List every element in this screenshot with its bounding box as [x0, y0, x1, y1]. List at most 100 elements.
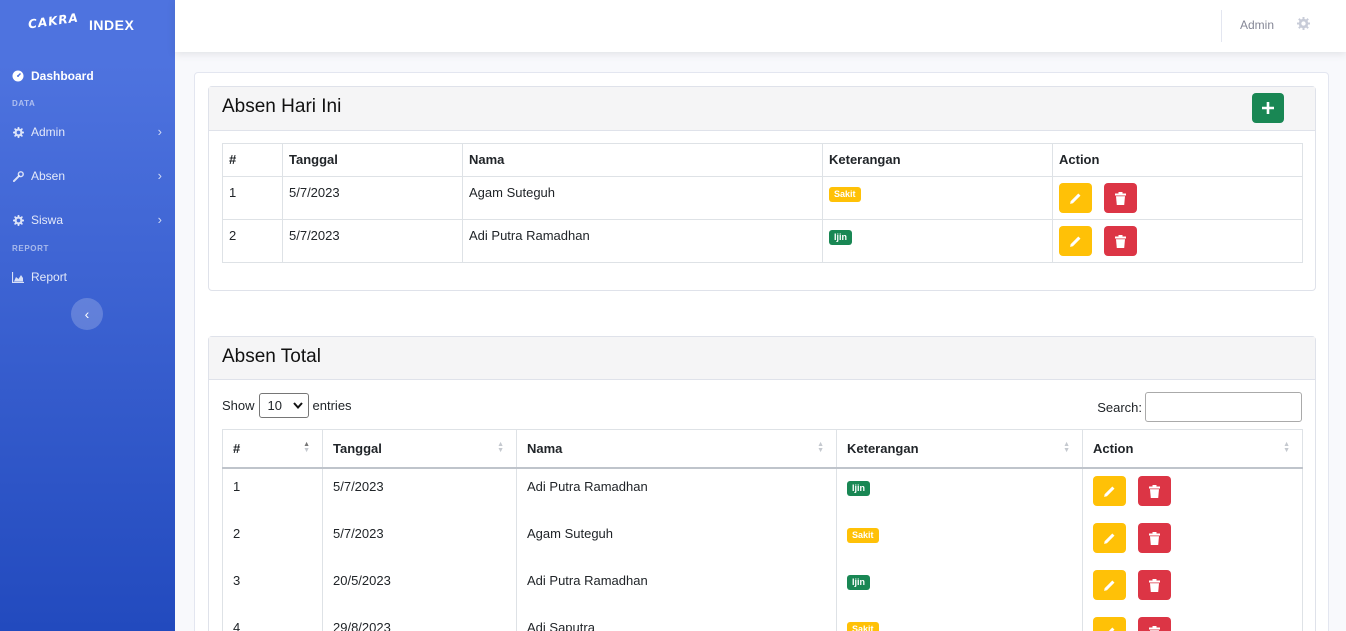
cell-nama: Adi Putra Ramadhan	[516, 468, 837, 516]
column-header-label: Tanggal	[333, 441, 382, 456]
gear-icon	[12, 214, 24, 226]
chevron-left-icon: ‹	[84, 306, 90, 322]
entries-label: entries	[312, 398, 352, 413]
search-control: Search:	[1097, 392, 1302, 422]
column-header-tanggal[interactable]: Tanggal ▲ ▼	[322, 429, 517, 469]
topbar: Admin	[175, 0, 1346, 52]
chevron-right-icon: ›	[157, 168, 162, 183]
delete-button[interactable]	[1137, 570, 1171, 600]
cell-no: 1	[222, 468, 323, 516]
sidebar-item-admin[interactable]: Admin ›	[12, 124, 162, 139]
edit-button[interactable]	[1093, 570, 1126, 600]
column-header: Nama	[462, 143, 823, 177]
delete-button[interactable]	[1137, 476, 1171, 506]
tachometer-icon	[12, 70, 24, 82]
table-header-row: # Tanggal Nama Keterangan Action	[222, 143, 1303, 177]
trash-icon	[1114, 234, 1126, 248]
sidebar-heading-data: DATA	[12, 99, 36, 108]
sidebar-heading-report: REPORT	[12, 244, 49, 253]
search-label: Search:	[1097, 399, 1142, 415]
sidebar-toggle-button[interactable]: ‹	[71, 298, 103, 330]
column-header-no[interactable]: # ▲ ▼	[222, 429, 323, 469]
sidebar-item-label: Admin	[31, 125, 66, 139]
column-header-label: Keterangan	[847, 441, 919, 456]
column-header-label: Nama	[527, 441, 563, 456]
cell-action	[1052, 219, 1303, 263]
cell-keterangan: Ijin	[836, 468, 1083, 516]
delete-button[interactable]	[1137, 523, 1171, 553]
brand[interactable]: CAKRA INDEX	[0, 0, 175, 52]
table-row: 2 5/7/2023 Adi Putra Ramadhan Ijin	[222, 219, 1303, 263]
gear-icon[interactable]	[1297, 17, 1310, 33]
cell-nama: Adi Putra Ramadhan	[462, 219, 823, 263]
sidebar-item-report[interactable]: Report	[12, 270, 162, 284]
sort-icon: ▲ ▼	[1283, 441, 1290, 454]
chevron-right-icon: ›	[157, 212, 162, 227]
cell-keterangan: Sakit	[836, 610, 1083, 631]
delete-button[interactable]	[1103, 183, 1137, 213]
entries-length-control: Show 10 entries	[222, 393, 352, 418]
cell-no: 1	[222, 176, 283, 220]
sidebar-item-siswa[interactable]: Siswa ›	[12, 212, 162, 227]
edit-button[interactable]	[1093, 476, 1126, 506]
status-badge: Sakit	[847, 622, 879, 631]
cell-action	[1052, 176, 1303, 220]
cell-keterangan: Ijin	[836, 563, 1083, 610]
delete-button[interactable]	[1137, 617, 1171, 631]
wrench-icon	[12, 170, 24, 182]
column-header: Action	[1052, 143, 1303, 177]
total-card: Absen Total Show 10 entries Search: # ▲ ▼ …	[208, 336, 1316, 631]
column-header-action[interactable]: Action ▲ ▼	[1082, 429, 1303, 469]
cell-action	[1083, 563, 1303, 610]
column-header-keterangan[interactable]: Keterangan ▲ ▼	[836, 429, 1083, 469]
topbar-divider	[1221, 10, 1222, 42]
column-header-label: #	[233, 441, 241, 456]
edit-button[interactable]	[1059, 226, 1092, 256]
user-name[interactable]: Admin	[1240, 18, 1274, 32]
cell-nama: Agam Suteguh	[462, 176, 823, 220]
cell-nama: Adi Saputra	[516, 610, 837, 631]
edit-button[interactable]	[1093, 617, 1126, 631]
column-header: #	[222, 143, 283, 177]
sidebar-item-label: Absen	[31, 169, 66, 183]
edit-button[interactable]	[1059, 183, 1092, 213]
cell-tanggal: 5/7/2023	[322, 516, 517, 563]
sidebar: CAKRA INDEX Dashboard DATA Admin › Absen…	[0, 0, 175, 631]
card-header: Absen Hari Ini	[209, 87, 1315, 131]
cell-no: 2	[222, 219, 283, 263]
cell-nama: Adi Putra Ramadhan	[516, 563, 837, 610]
card-title: Absen Total	[222, 346, 321, 367]
column-header-nama[interactable]: Nama ▲ ▼	[516, 429, 837, 469]
trash-icon	[1148, 625, 1160, 631]
cell-keterangan: Sakit	[822, 176, 1053, 220]
cell-no: 2	[222, 516, 323, 563]
cell-action	[1083, 516, 1303, 563]
search-input[interactable]	[1145, 392, 1302, 422]
chart-area-icon	[12, 271, 24, 283]
status-badge: Sakit	[847, 528, 879, 543]
cell-nama: Agam Suteguh	[516, 516, 837, 563]
column-header: Keterangan	[822, 143, 1053, 177]
brand-logo: CAKRA	[27, 10, 80, 32]
sidebar-item-absen[interactable]: Absen ›	[12, 168, 162, 183]
pencil-icon	[1108, 627, 1115, 631]
today-table: # Tanggal Nama Keterangan Action 1 5/7/2…	[222, 143, 1303, 263]
pencil-icon	[1070, 236, 1081, 247]
sort-icon: ▲ ▼	[497, 441, 504, 454]
delete-button[interactable]	[1103, 226, 1137, 256]
column-header-label: Action	[1093, 441, 1134, 456]
table-row: 2 5/7/2023 Agam Suteguh Sakit	[222, 516, 1303, 563]
pencil-icon	[1104, 533, 1115, 544]
card-header: Absen Total	[209, 337, 1315, 380]
entries-select[interactable]: 10	[258, 393, 309, 418]
today-card: Absen Hari Ini # Tanggal Nama Keterangan…	[208, 86, 1316, 291]
table-row: 1 5/7/2023 Agam Suteguh Sakit	[222, 176, 1303, 220]
edit-button[interactable]	[1093, 523, 1126, 553]
add-button[interactable]	[1252, 93, 1284, 123]
sidebar-item-dashboard[interactable]: Dashboard	[12, 69, 162, 83]
pencil-icon	[1104, 580, 1115, 591]
cell-tanggal: 5/7/2023	[282, 219, 463, 263]
sort-icon: ▲ ▼	[1063, 441, 1070, 454]
sort-icon: ▲ ▼	[817, 441, 824, 454]
status-badge: Ijin	[829, 230, 852, 245]
